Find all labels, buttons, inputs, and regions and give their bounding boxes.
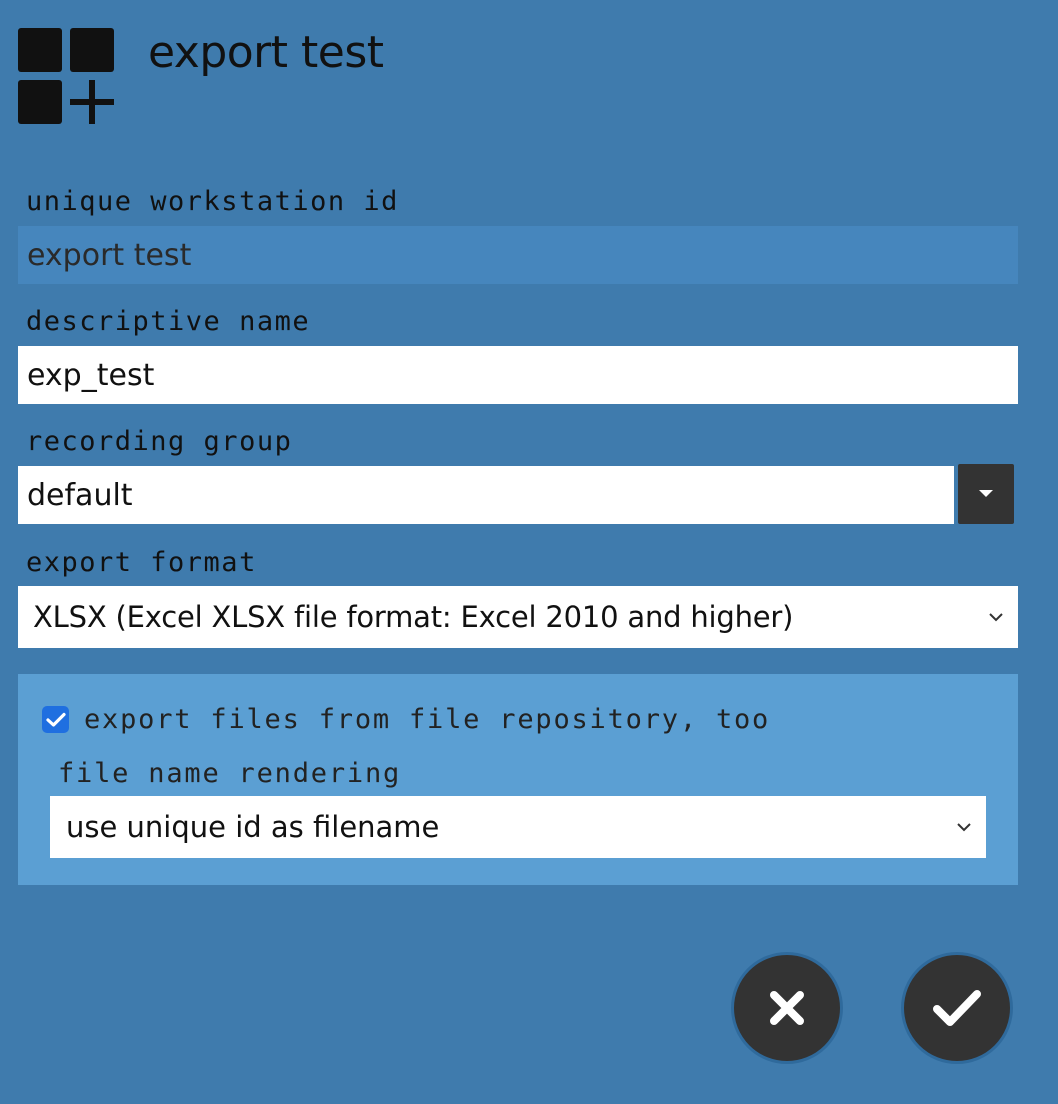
export-format-select[interactable]: XLSX (Excel XLSX file format: Excel 2010… <box>18 586 1018 648</box>
confirm-button[interactable] <box>901 952 1013 1064</box>
descriptive-name-input[interactable]: exp_test <box>18 346 1018 404</box>
header: export test <box>18 28 384 124</box>
caret-down-icon <box>979 490 993 497</box>
export-format-label: export format <box>26 547 257 578</box>
export-files-checkbox[interactable] <box>42 706 69 733</box>
export-files-label[interactable]: export files from file repository, too <box>84 704 770 736</box>
recording-group-input[interactable]: default <box>18 466 954 524</box>
export-format-value: XLSX (Excel XLSX file format: Excel 2010… <box>33 600 794 634</box>
chevron-down-icon <box>989 613 1003 622</box>
descriptive-name-label: descriptive name <box>26 306 311 337</box>
recording-group-dropdown-button[interactable] <box>958 464 1014 524</box>
workstation-id-label: unique workstation id <box>26 186 399 217</box>
close-icon <box>770 991 804 1025</box>
check-icon <box>933 990 981 1026</box>
workstation-id-field: export test <box>18 226 1018 284</box>
recording-group-label: recording group <box>26 426 293 457</box>
cancel-button[interactable] <box>731 952 843 1064</box>
checkmark-icon <box>45 712 66 727</box>
file-name-rendering-select[interactable]: use unique id as filename <box>50 796 986 858</box>
file-repository-panel: export files from file repository, too f… <box>18 674 1018 885</box>
chevron-down-icon <box>957 823 971 832</box>
file-name-rendering-value: use unique id as filename <box>66 810 440 844</box>
grid-add-icon <box>18 28 114 124</box>
file-name-rendering-label: file name rendering <box>58 758 402 789</box>
page-title: export test <box>148 27 384 78</box>
